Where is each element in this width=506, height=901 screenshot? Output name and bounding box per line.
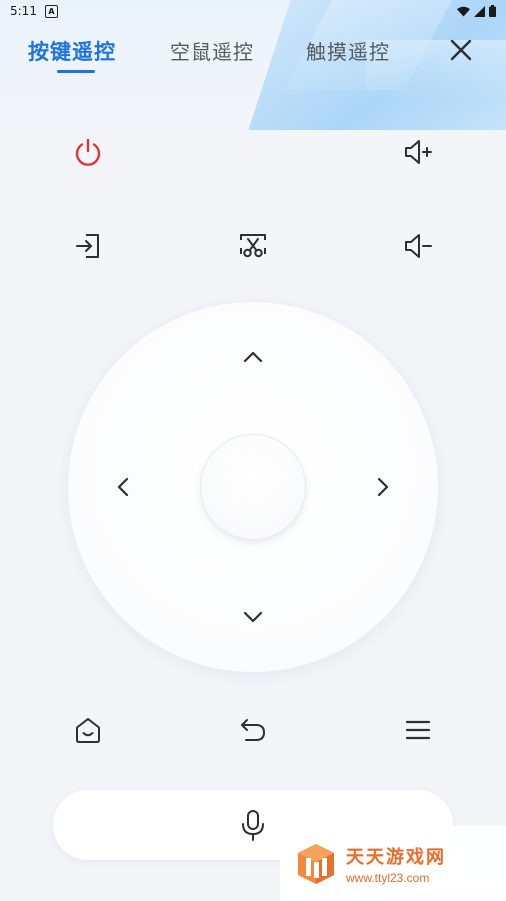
back-button[interactable] — [225, 702, 281, 758]
power-button[interactable] — [60, 124, 116, 180]
microphone-icon — [242, 810, 264, 841]
wifi-icon — [457, 6, 470, 16]
tab-key-remote[interactable]: 按键遥控 — [28, 36, 116, 66]
active-tab-indicator — [57, 70, 95, 73]
chevron-up-icon — [243, 351, 263, 363]
watermark-url: www.ttyl23.com — [346, 870, 430, 885]
watermark-title: 天天游戏网 — [346, 846, 446, 868]
chevron-down-icon — [243, 611, 263, 623]
status-icons — [457, 5, 496, 17]
home-button[interactable] — [60, 702, 116, 758]
close-button[interactable] — [447, 36, 475, 64]
status-time: 5:11 — [10, 4, 37, 18]
watermark-text: 天天游戏网 www.ttyl23.com — [346, 843, 446, 885]
battery-icon — [489, 5, 496, 17]
watermark-logo-icon — [298, 843, 334, 884]
chevron-left-icon — [117, 477, 129, 497]
screenshot-button[interactable] — [225, 218, 281, 274]
back-icon — [241, 719, 266, 741]
site-watermark: 天天游戏网 www.ttyl23.com — [280, 826, 506, 901]
screenshot-icon — [240, 234, 266, 258]
input-source-button[interactable] — [60, 218, 116, 274]
volume-down-icon — [405, 234, 432, 258]
dpad-up-button[interactable] — [228, 332, 278, 382]
dpad-right-button[interactable] — [358, 462, 408, 512]
status-bar: 5:11 A — [0, 0, 506, 22]
tab-touch-remote[interactable]: 触摸遥控 — [306, 36, 390, 65]
a-box-icon: A — [44, 4, 58, 18]
power-icon — [75, 138, 101, 166]
input-source-icon — [76, 234, 99, 258]
close-icon — [450, 39, 472, 61]
dpad-left-button[interactable] — [98, 462, 148, 512]
home-icon — [76, 718, 100, 743]
signal-icon — [474, 5, 485, 17]
ok-button[interactable] — [201, 435, 305, 539]
tab-air-mouse-remote[interactable]: 空鼠遥控 — [170, 36, 254, 65]
dpad-down-button[interactable] — [228, 592, 278, 642]
remote-mode-tabs: 按键遥控 空鼠遥控 触摸遥控 — [0, 30, 506, 80]
volume-down-button[interactable] — [390, 218, 446, 274]
directional-pad — [68, 302, 438, 672]
chevron-right-icon — [377, 477, 389, 497]
volume-up-button[interactable] — [390, 124, 446, 180]
menu-icon — [405, 720, 431, 740]
volume-up-icon — [405, 140, 432, 164]
menu-button[interactable] — [390, 702, 446, 758]
